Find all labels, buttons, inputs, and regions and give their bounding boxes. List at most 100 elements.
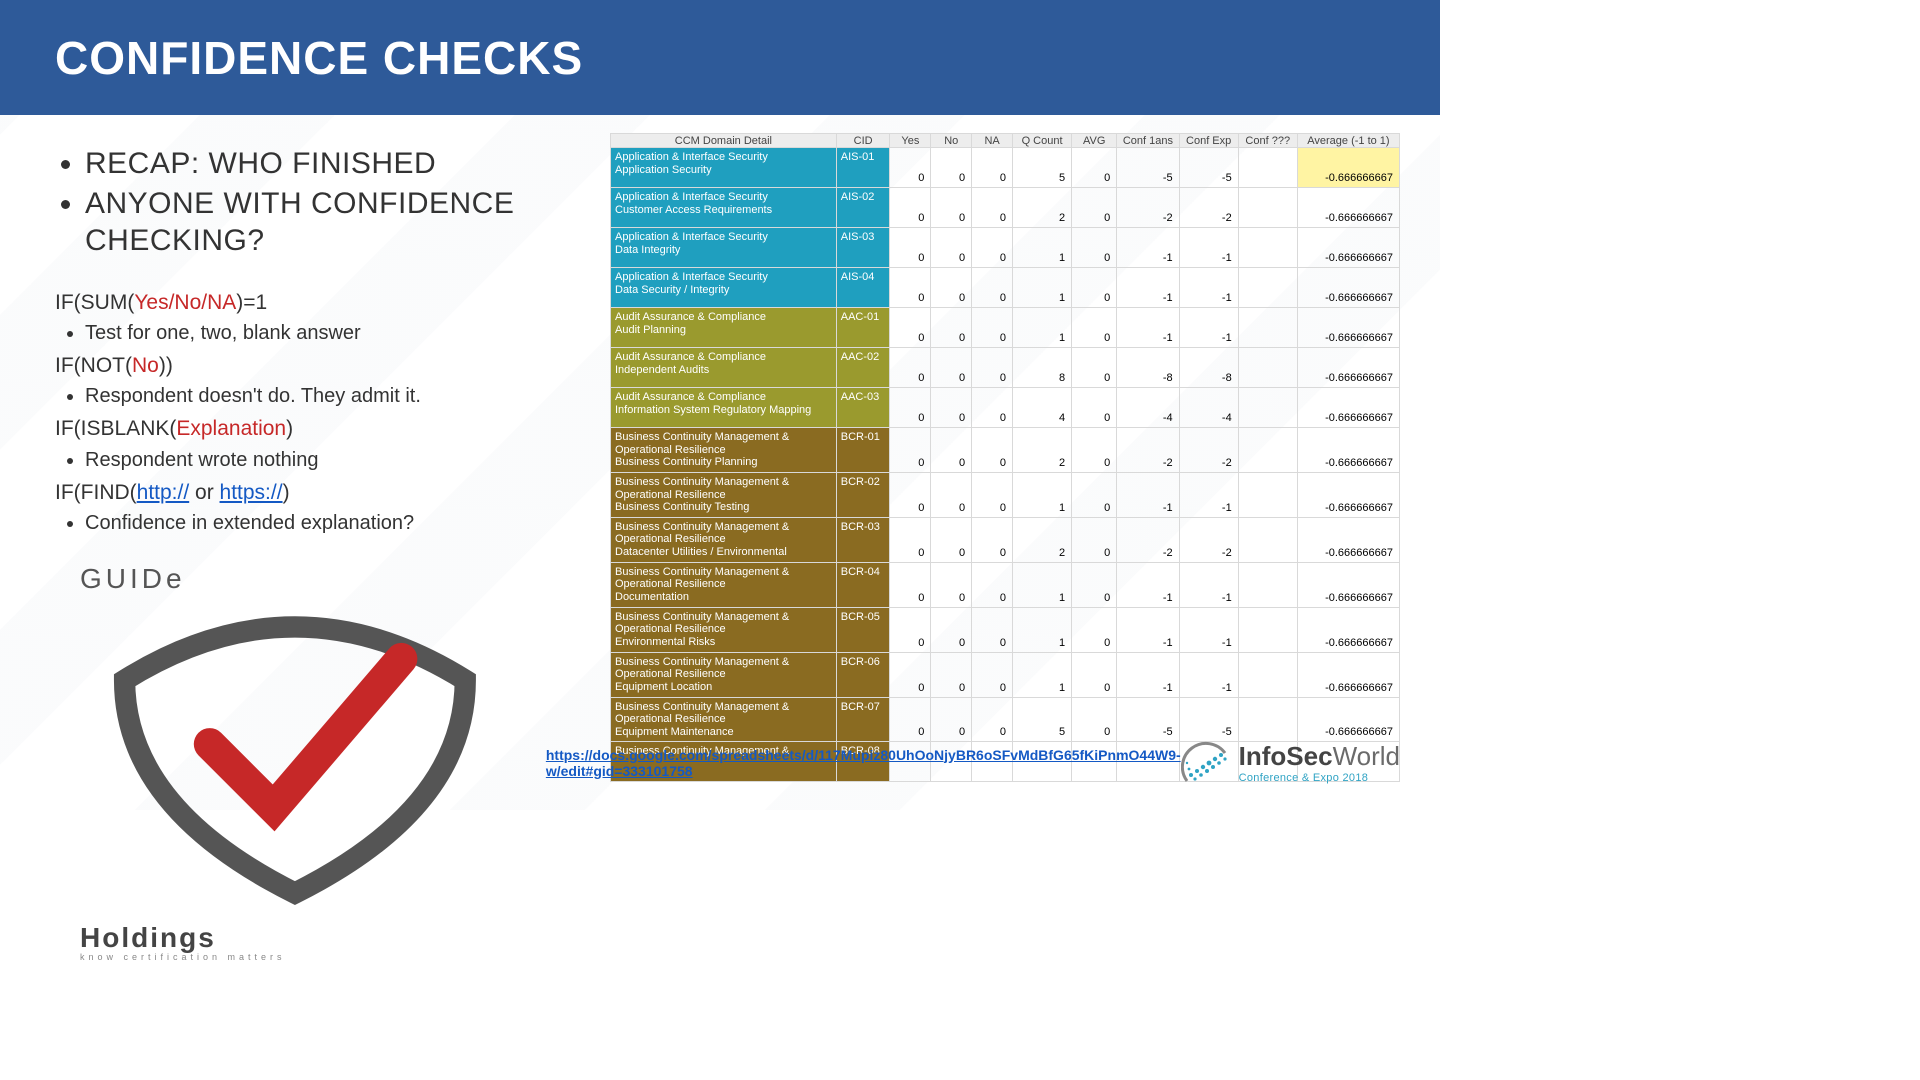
cell-confexp: -1 — [1179, 268, 1238, 308]
cell-yes: 0 — [890, 308, 931, 348]
f3-post: ) — [286, 417, 293, 440]
cell-domain: Business Continuity Management & Operati… — [611, 607, 837, 652]
cell-conf1: -2 — [1117, 517, 1179, 562]
cell-avg: 0 — [1072, 188, 1117, 228]
cell-confexp: -4 — [1179, 388, 1238, 428]
f4-link2[interactable]: https:// — [220, 481, 283, 504]
cell-domain: Application & Interface SecurityApplicat… — [611, 148, 837, 188]
cell-conf1: -4 — [1117, 388, 1179, 428]
cell-avg2: -0.666666667 — [1297, 228, 1399, 268]
cell-domain: Business Continuity Management & Operati… — [611, 652, 837, 697]
gh-subtitle: know certification matters — [80, 952, 506, 962]
cell-no: 0 — [931, 148, 972, 188]
cell-avg2: -0.666666667 — [1297, 607, 1399, 652]
cell-na: 0 — [972, 268, 1013, 308]
footer: GUIDeHoldings know certification matters… — [0, 715, 1440, 810]
cell-no: 0 — [931, 428, 972, 473]
cell-cid: AIS-04 — [836, 268, 890, 308]
spreadsheet-link[interactable]: https://docs.google.com/spreadsheets/d/1… — [546, 747, 1181, 779]
cell-domain: Business Continuity Management & Operati… — [611, 517, 837, 562]
cell-domain: Business Continuity Management & Operati… — [611, 472, 837, 517]
cell-no: 0 — [931, 308, 972, 348]
slide: CONFIDENCE CHECKS RECAP: WHO FINISHED AN… — [0, 0, 1440, 810]
cell-avg2: -0.666666667 — [1297, 268, 1399, 308]
main-bullets: RECAP: WHO FINISHED ANYONE WITH CONFIDEN… — [55, 145, 590, 260]
cell-no: 0 — [931, 562, 972, 607]
cell-conf1: -1 — [1117, 228, 1179, 268]
cell-confq — [1238, 348, 1297, 388]
spreadsheet: CCM Domain Detail CID Yes No NA Q Count … — [610, 133, 1400, 782]
cell-na: 0 — [972, 607, 1013, 652]
f2-mid: No — [132, 354, 159, 377]
hdr-avg: AVG — [1072, 134, 1117, 148]
formula-sum: IF(SUM(Yes/No/NA)=1 — [55, 288, 590, 317]
cell-confexp: -1 — [1179, 607, 1238, 652]
f2-pre: IF(NOT( — [55, 354, 132, 377]
sheet-body: Application & Interface SecurityApplicat… — [611, 148, 1400, 782]
cell-qcount: 1 — [1013, 268, 1072, 308]
hdr-domain: CCM Domain Detail — [611, 134, 837, 148]
cell-confq — [1238, 188, 1297, 228]
f4-link1[interactable]: http:// — [137, 481, 190, 504]
cell-qcount: 1 — [1013, 652, 1072, 697]
gh-text-1: GUIDe — [80, 563, 186, 594]
table-row: Business Continuity Management & Operati… — [611, 517, 1400, 562]
cell-domain: Audit Assurance & ComplianceIndependent … — [611, 348, 837, 388]
f3-mid: Explanation — [176, 417, 286, 440]
cell-na: 0 — [972, 348, 1013, 388]
cell-confexp: -1 — [1179, 652, 1238, 697]
hdr-yes: Yes — [890, 134, 931, 148]
cell-avg: 0 — [1072, 562, 1117, 607]
table-row: Application & Interface SecurityApplicat… — [611, 148, 1400, 188]
table-row: Audit Assurance & ComplianceInformation … — [611, 388, 1400, 428]
cell-domain: Audit Assurance & ComplianceAudit Planni… — [611, 308, 837, 348]
cell-confexp: -2 — [1179, 188, 1238, 228]
cell-avg2: -0.666666667 — [1297, 652, 1399, 697]
cell-yes: 0 — [890, 607, 931, 652]
cell-confexp: -1 — [1179, 562, 1238, 607]
cell-qcount: 1 — [1013, 308, 1072, 348]
cell-qcount: 2 — [1013, 428, 1072, 473]
cell-avg: 0 — [1072, 268, 1117, 308]
f2-post: )) — [159, 354, 173, 377]
cell-yes: 0 — [890, 268, 931, 308]
cell-conf1: -8 — [1117, 348, 1179, 388]
isw-light: World — [1333, 741, 1400, 771]
hdr-confq: Conf ??? — [1238, 134, 1297, 148]
hdr-na: NA — [972, 134, 1013, 148]
cell-qcount: 1 — [1013, 472, 1072, 517]
cell-confq — [1238, 562, 1297, 607]
cell-confq — [1238, 228, 1297, 268]
hdr-no: No — [931, 134, 972, 148]
cell-no: 0 — [931, 517, 972, 562]
cell-yes: 0 — [890, 188, 931, 228]
hdr-avg2: Average (-1 to 1) — [1297, 134, 1399, 148]
cell-confexp: -5 — [1179, 148, 1238, 188]
formula-isblank: IF(ISBLANK(Explanation) — [55, 414, 590, 443]
cell-avg2: -0.666666667 — [1297, 472, 1399, 517]
cell-conf1: -1 — [1117, 268, 1179, 308]
f3-note: Respondent wrote nothing — [85, 446, 590, 474]
cell-no: 0 — [931, 228, 972, 268]
table-row: Application & Interface SecurityData Int… — [611, 228, 1400, 268]
cell-na: 0 — [972, 148, 1013, 188]
cell-avg: 0 — [1072, 348, 1117, 388]
cell-na: 0 — [972, 228, 1013, 268]
cell-qcount: 8 — [1013, 348, 1072, 388]
table-row: Business Continuity Management & Operati… — [611, 472, 1400, 517]
f4-pre: IF(FIND( — [55, 481, 137, 504]
bullet-recap: RECAP: WHO FINISHED — [85, 145, 590, 183]
cell-na: 0 — [972, 517, 1013, 562]
cell-avg: 0 — [1072, 228, 1117, 268]
right-column: CCM Domain Detail CID Yes No NA Q Count … — [600, 115, 1440, 782]
cell-na: 0 — [972, 388, 1013, 428]
cell-confq — [1238, 148, 1297, 188]
table-row: Business Continuity Management & Operati… — [611, 562, 1400, 607]
cell-avg2: -0.666666667 — [1297, 148, 1399, 188]
cell-na: 0 — [972, 428, 1013, 473]
cell-confexp: -1 — [1179, 308, 1238, 348]
title-bar: CONFIDENCE CHECKS — [0, 0, 1440, 115]
cell-avg: 0 — [1072, 388, 1117, 428]
bullet-anyone: ANYONE WITH CONFIDENCE CHECKING? — [85, 185, 590, 260]
cell-cid: BCR-05 — [836, 607, 890, 652]
